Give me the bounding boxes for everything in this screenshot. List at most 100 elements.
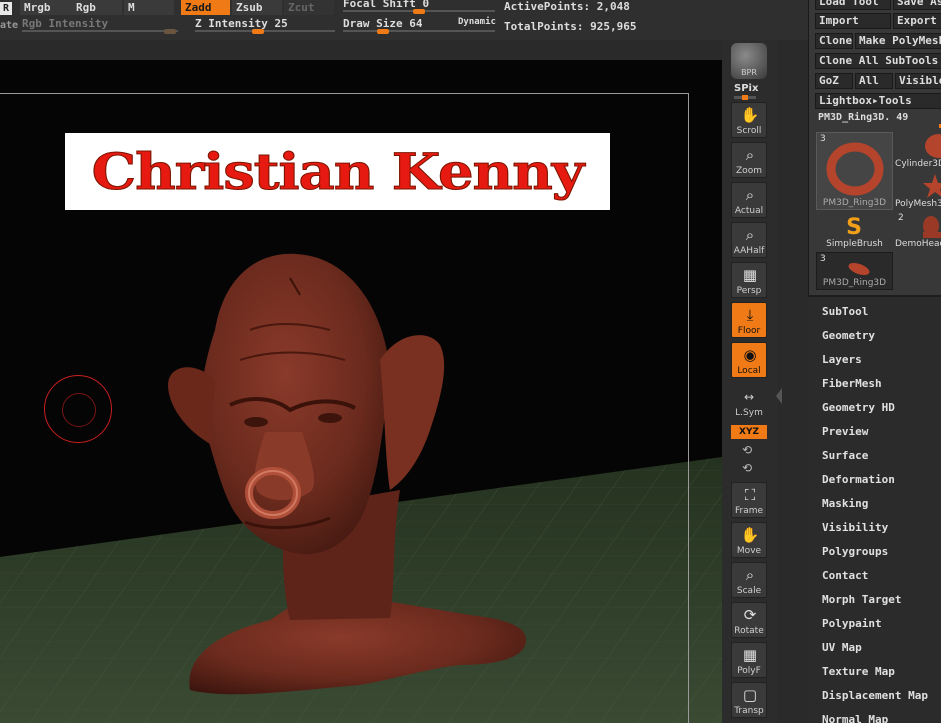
symmetry-arrows-icon: ↔ [743,390,755,404]
hand-icon: ✋ [740,106,760,124]
menu-item-layers[interactable]: Layers [822,353,862,366]
z-intensity-slider[interactable]: Z Intensity 25 [195,17,335,34]
persp-button[interactable]: ▦ Persp [731,262,767,298]
draw-size-knob[interactable] [377,29,389,34]
export-button[interactable]: Export [893,13,941,29]
menu-item-masking[interactable]: Masking [822,497,868,510]
menu-item-fibermesh[interactable]: FiberMesh [822,377,882,390]
panel-collapse-arrow-icon[interactable] [776,388,782,404]
canvas-viewport[interactable]: Christian Kenny [0,60,722,723]
tool-box: Load Tool Save As Import Export Clone Ma… [808,0,941,297]
focal-shift-slider[interactable]: Focal Shift 0 [343,0,495,14]
menu-item-surface[interactable]: Surface [822,449,868,462]
svg-text:S: S [846,215,862,240]
z-intensity-label: Z Intensity 25 [195,17,288,30]
zoom-button[interactable]: ⌕ Zoom [731,142,767,178]
scale-label: Scale [736,586,762,596]
hand-icon: ✋ [740,526,760,544]
menu-item-visibility[interactable]: Visibility [822,521,888,534]
transp-label: Transp [734,706,764,716]
scale-button[interactable]: ⌕ Scale [731,562,767,598]
save-as-button[interactable]: Save As [893,0,941,10]
menu-item-contact[interactable]: Contact [822,569,868,582]
tool-thumb-ring-selected[interactable]: 3 PM3D_Ring3D [816,132,893,210]
all-button[interactable]: All [855,73,893,89]
spix-label: SPix [734,83,759,94]
zcut-button[interactable]: Zcut [284,0,334,15]
z-intensity-knob[interactable] [252,29,264,34]
total-points: TotalPoints: 925,965 [504,20,637,33]
m-button[interactable]: M [124,0,174,15]
xyz-button[interactable]: XYZ [731,425,767,439]
menu-item-geometry[interactable]: Geometry [822,329,875,342]
menu-item-preview[interactable]: Preview [822,425,868,438]
spix-slider[interactable] [734,95,756,100]
visible-button[interactable]: Visible [895,73,941,89]
floor-button[interactable]: ⤓ Floor [731,302,767,338]
tool-thumb-cylinder[interactable]: Cylinder3D [895,132,941,170]
thumb-name: PM3D_Ring3D [822,278,887,288]
tool-thumb-polymesh[interactable]: PolyMesh3D [895,172,941,210]
menu-item-deformation[interactable]: Deformation [822,473,895,486]
top-toolbar: R ate Mrgb Rgb M Zadd Zsub Zcut Rgb Inte… [0,0,808,40]
aahalf-label: AAHalf [733,246,765,256]
menu-item-displacement-map[interactable]: Displacement Map [822,689,928,702]
zoom-label: Zoom [736,166,762,176]
magnifier-icon: ⌕ [745,566,755,584]
simplebrush-icon: S [846,215,862,240]
menu-item-geometry-hd[interactable]: Geometry HD [822,401,895,414]
move-button[interactable]: ✋ Move [731,522,767,558]
transp-button[interactable]: ▢ Transp [731,682,767,718]
aahalf-button[interactable]: ⌕ AAHalf [731,222,767,258]
menu-item-polygroups[interactable]: Polygroups [822,545,888,558]
head-thumbnail-icon [923,216,941,238]
menu-item-normal-map[interactable]: Normal Map [822,713,888,723]
local-label: Local [737,366,761,376]
r-badge[interactable]: R [0,2,12,15]
rgb-intensity-label: Rgb Intensity [22,17,109,30]
menu-item-texture-map[interactable]: Texture Map [822,665,895,678]
magnifier-icon: ⌕ [745,146,755,164]
dynamic-button[interactable]: Dynamic [458,17,496,27]
thumb-name: PolyMesh3D [895,199,941,209]
bpr-button[interactable]: BPR [731,43,767,79]
rgb-intensity-slider[interactable]: Rgb Intensity [22,17,178,34]
tool-thumb-demohead[interactable]: 2 DemoHead [895,212,941,250]
rotate-button[interactable]: ⟳ Rotate [731,602,767,638]
move-label: Move [736,546,762,556]
tool-thumb-ring-small[interactable]: 3 PM3D_Ring3D [816,252,893,290]
grid-icon: ▦ [742,646,758,664]
make-polymesh-button[interactable]: Make PolyMesh3D [855,33,941,49]
magnifier-icon: ⌕ [745,186,755,204]
lsym-button[interactable]: ↔ L.Sym [731,388,767,418]
thumb-name: Cylinder3D [895,159,941,169]
menu-item-uv-map[interactable]: UV Map [822,641,862,654]
load-tool-button[interactable]: Load Tool [815,0,891,10]
import-button[interactable]: Import [815,13,891,29]
menu-item-morph-target[interactable]: Morph Target [822,593,901,606]
transparency-icon: ▢ [742,686,758,704]
tool-thumb-simplebrush[interactable]: S SimpleBrush [816,212,893,250]
polyf-button[interactable]: ▦ PolyF [731,642,767,678]
rotate-z-icon[interactable]: ⟲ [742,461,752,475]
clone-all-subtools-button[interactable]: Clone All SubTools [815,53,941,69]
goz-button[interactable]: GoZ [815,73,853,89]
actual-label: Actual [734,206,764,216]
clone-button[interactable]: Clone [815,33,853,49]
local-button[interactable]: ◉ Local [731,342,767,378]
active-points: ActivePoints: 2,048 [504,0,630,13]
lightbox-tools-button[interactable]: Lightbox▸Tools [815,93,941,109]
menu-item-polypaint[interactable]: Polypaint [822,617,882,630]
frame-button[interactable]: ⛶ Frame [731,482,767,518]
rotate-y-icon[interactable]: ⟲ [742,443,752,457]
bpr-label: BPR [741,68,757,77]
menu-item-subtool[interactable]: SubTool [822,305,868,318]
zsub-button[interactable]: Zsub [232,0,282,15]
grid-icon: ▦ [742,266,758,284]
focal-shift-knob[interactable] [413,9,425,14]
rgb-intensity-knob[interactable] [164,29,176,34]
rgb-button[interactable]: Rgb [72,0,122,15]
actual-button[interactable]: ⌕ Actual [731,182,767,218]
scroll-button[interactable]: ✋ Scroll [731,102,767,138]
zadd-button[interactable]: Zadd [181,0,230,15]
